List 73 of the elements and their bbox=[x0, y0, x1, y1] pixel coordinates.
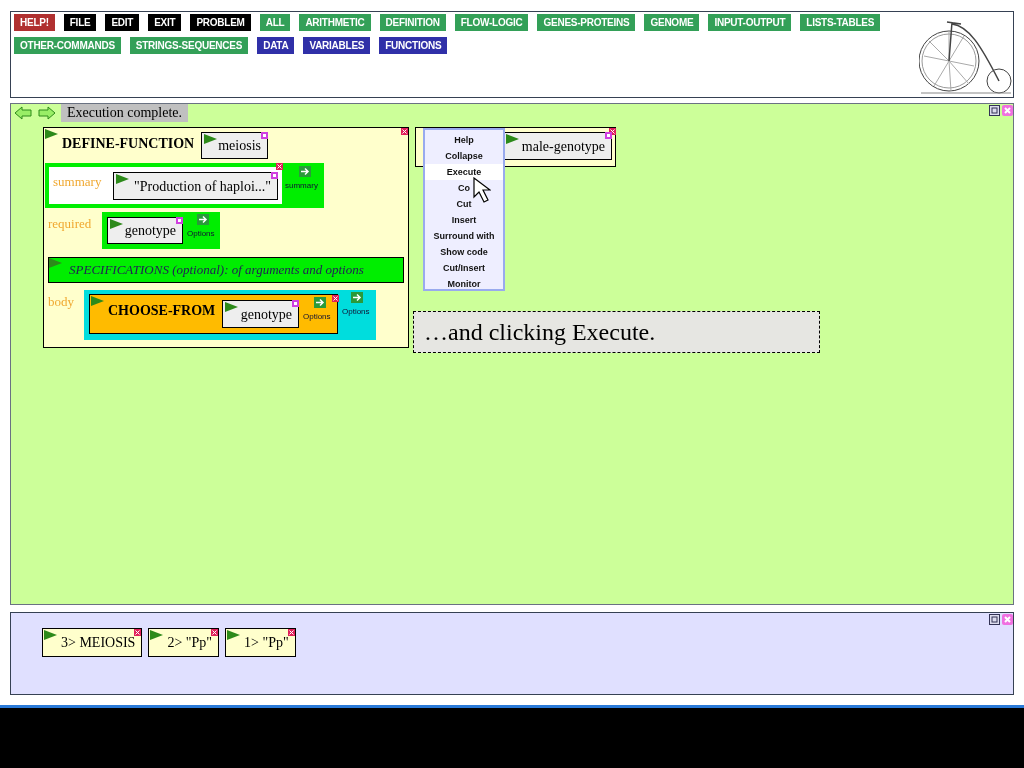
flag-icon[interactable] bbox=[150, 630, 164, 640]
close-icon[interactable] bbox=[211, 629, 219, 636]
back-icon[interactable] bbox=[14, 106, 32, 120]
menu-item[interactable]: Execute bbox=[425, 164, 503, 180]
flag-icon[interactable] bbox=[91, 296, 104, 306]
value-box[interactable]: male-genotype bbox=[503, 132, 612, 160]
slot-button-label[interactable]: summary bbox=[285, 180, 318, 192]
flag-icon[interactable] bbox=[227, 630, 241, 640]
clear-icon[interactable] bbox=[271, 172, 278, 179]
flag-icon[interactable] bbox=[225, 302, 238, 312]
toolbar-button[interactable]: VARIABLES bbox=[303, 37, 371, 54]
result-block[interactable]: 2> "Pp" bbox=[148, 628, 220, 657]
menu-item[interactable]: Collapse bbox=[425, 148, 503, 164]
value-text: genotype bbox=[240, 305, 292, 324]
result-block[interactable]: 1> "Pp" bbox=[225, 628, 296, 657]
value-box[interactable]: "Production of haploi..." bbox=[113, 172, 278, 200]
block-keyword: DEFINE-FUNCTION bbox=[62, 135, 195, 153]
clear-icon[interactable] bbox=[292, 300, 299, 307]
toolbar-button[interactable]: FILE bbox=[63, 14, 97, 31]
result-block[interactable]: 3> MEIOSIS bbox=[42, 628, 143, 657]
slot-label: body bbox=[48, 293, 74, 311]
window-icon[interactable] bbox=[989, 614, 1000, 625]
window-icon[interactable] bbox=[989, 105, 1000, 116]
caption-note: …and clicking Execute. bbox=[413, 311, 820, 353]
flag-icon[interactable] bbox=[116, 174, 129, 184]
block-keyword: CHOOSE-FROM bbox=[108, 302, 216, 320]
toolbar-button[interactable]: HELP! bbox=[14, 14, 55, 31]
arrow-icon[interactable] bbox=[197, 214, 209, 225]
result-text: 2> "Pp" bbox=[167, 635, 213, 650]
toolbar-button[interactable]: FUNCTIONS bbox=[379, 37, 448, 54]
flag-icon[interactable] bbox=[49, 258, 62, 268]
flag-icon[interactable] bbox=[45, 129, 58, 139]
specifications-bar[interactable]: SPECIFICATIONS (optional): of arguments and options bbox=[48, 257, 404, 283]
value-box[interactable]: genotype bbox=[107, 217, 183, 244]
slot-button-label[interactable]: Options bbox=[187, 228, 215, 240]
arrow-icon[interactable] bbox=[351, 292, 363, 303]
value-text: meiosis bbox=[218, 137, 261, 155]
arrow-icon[interactable] bbox=[299, 166, 311, 177]
value-box[interactable]: meiosis bbox=[201, 132, 268, 159]
menu-item[interactable]: Cut/Insert bbox=[425, 260, 503, 276]
flag-icon[interactable] bbox=[44, 630, 57, 640]
clear-icon[interactable] bbox=[605, 132, 612, 139]
slot-label: required bbox=[48, 215, 92, 233]
menu-item[interactable]: Surround with bbox=[425, 228, 503, 244]
toolbar-button[interactable]: PROBLEM bbox=[190, 14, 251, 31]
result-text: 1> "Pp" bbox=[244, 635, 289, 650]
slot-button-label[interactable]: Options bbox=[342, 306, 370, 318]
close-icon[interactable] bbox=[134, 629, 142, 636]
toolbar-button[interactable]: EXIT bbox=[148, 14, 182, 31]
value-text: genotype bbox=[124, 222, 176, 240]
cursor-icon bbox=[473, 177, 491, 204]
flag-icon[interactable] bbox=[110, 219, 123, 229]
toolbar-button[interactable]: DATA bbox=[257, 37, 295, 54]
forward-icon[interactable] bbox=[38, 106, 56, 120]
value-box[interactable]: genotype bbox=[222, 300, 299, 328]
arrow-icon[interactable] bbox=[314, 297, 326, 308]
flag-icon[interactable] bbox=[204, 134, 217, 144]
result-text: 3> MEIOSIS bbox=[61, 635, 136, 650]
clear-icon[interactable] bbox=[176, 217, 183, 224]
status-message: Execution complete. bbox=[61, 104, 189, 122]
slot-button-label[interactable]: Options bbox=[303, 311, 331, 323]
menu-item[interactable]: Co bbox=[425, 180, 503, 196]
menu-item[interactable]: Show code bbox=[425, 244, 503, 260]
value-text: male-genotype bbox=[521, 137, 605, 156]
menu-item[interactable]: Help bbox=[425, 132, 503, 148]
slot-label: summary bbox=[53, 173, 102, 191]
toolbar-button[interactable]: EDIT bbox=[105, 14, 140, 31]
menu-item[interactable]: Cut bbox=[425, 196, 503, 212]
value-text: "Production of haploi..." bbox=[133, 177, 271, 196]
menu-item[interactable]: Insert bbox=[425, 212, 503, 228]
clear-icon[interactable] bbox=[261, 132, 268, 139]
flag-icon[interactable] bbox=[506, 134, 519, 144]
menu-item[interactable]: Monitor bbox=[425, 276, 503, 292]
